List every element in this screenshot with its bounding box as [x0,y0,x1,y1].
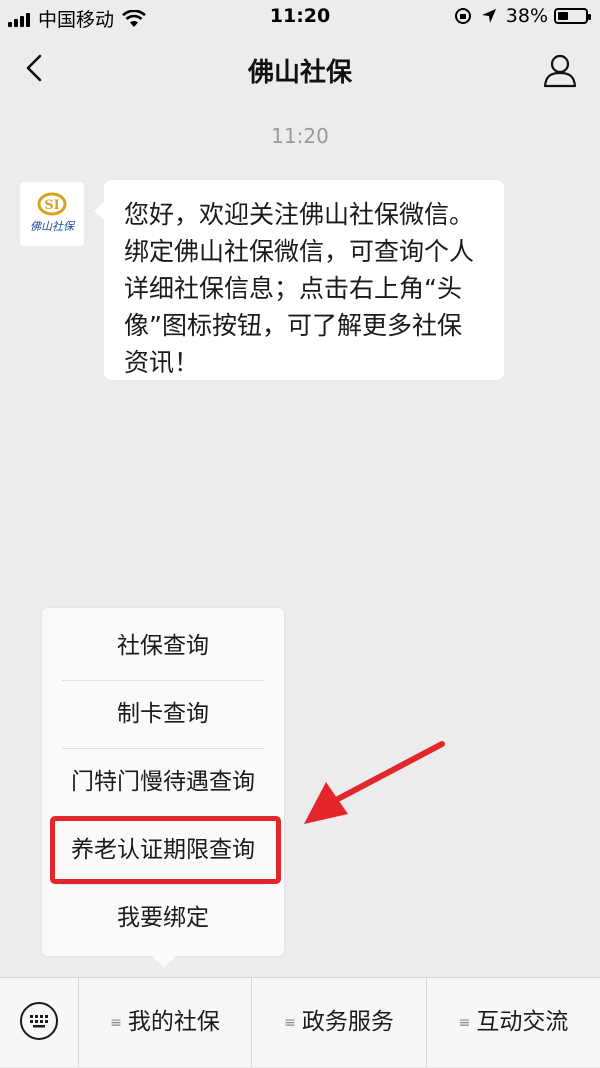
menu-lines-icon: ≡ [110,1015,122,1031]
popup-menu: 社保查询 制卡查询 门特门慢待遇查询 养老认证期限查询 我要绑定 [42,608,284,968]
tab-my-social-security[interactable]: ≡ 我的社保 [79,978,251,1067]
tab-label: 政务服务 [301,1009,394,1035]
menu-item-outpatient-benefit-query[interactable]: 门特门慢待遇查询 [42,748,284,816]
menu-item-bind[interactable]: 我要绑定 [42,884,284,952]
red-arrow-icon [304,741,445,824]
profile-button[interactable] [542,52,578,88]
location-icon [481,9,496,23]
battery-level-fill [558,12,568,20]
navigation-bar: 佛山社保 [0,34,600,104]
svg-text:SI: SI [44,198,59,213]
svg-text:佛山社保: 佛山社保 [30,220,76,233]
avatar[interactable]: SI 佛山社保 [20,182,84,246]
tab-label: 互动交流 [476,1009,569,1035]
menu-lines-icon: ≡ [458,1015,471,1031]
foshan-social-security-logo: SI 佛山社保 [30,192,76,233]
menu-item-card-query[interactable]: 制卡查询 [42,680,284,748]
rotation-lock-icon [454,8,471,24]
message-bubble: 您好，欢迎关注佛山社保微信。绑定佛山社保微信，可查询个人详细社保信息；点击右上角… [94,180,504,380]
message-timestamp: 11:20 [271,124,329,148]
keyboard-icon [20,1002,58,1040]
page-title: 佛山社保 [247,58,352,88]
message-text: 您好，欢迎关注佛山社保微信。绑定佛山社保微信，可查询个人详细社保信息；点击右上角… [124,200,475,377]
menu-lines-icon: ≡ [284,1015,296,1031]
tab-government-services[interactable]: ≡ 政务服务 [252,978,426,1067]
tab-label: 我的社保 [127,1009,220,1035]
battery-percent: 38% [505,5,548,27]
bottom-menu-bar: ≡ 我的社保 ≡ 政务服务 ≡ 互动交流 [0,977,600,1067]
tab-interaction[interactable]: ≡ 互动交流 [427,978,600,1067]
highlight-pension-query [50,816,281,884]
battery-icon [554,8,591,24]
status-bar: 中国移动 11:20 38% [0,0,600,34]
keyboard-toggle-button[interactable] [0,978,79,1067]
menu-item-social-security-query[interactable]: 社保查询 [42,612,284,680]
